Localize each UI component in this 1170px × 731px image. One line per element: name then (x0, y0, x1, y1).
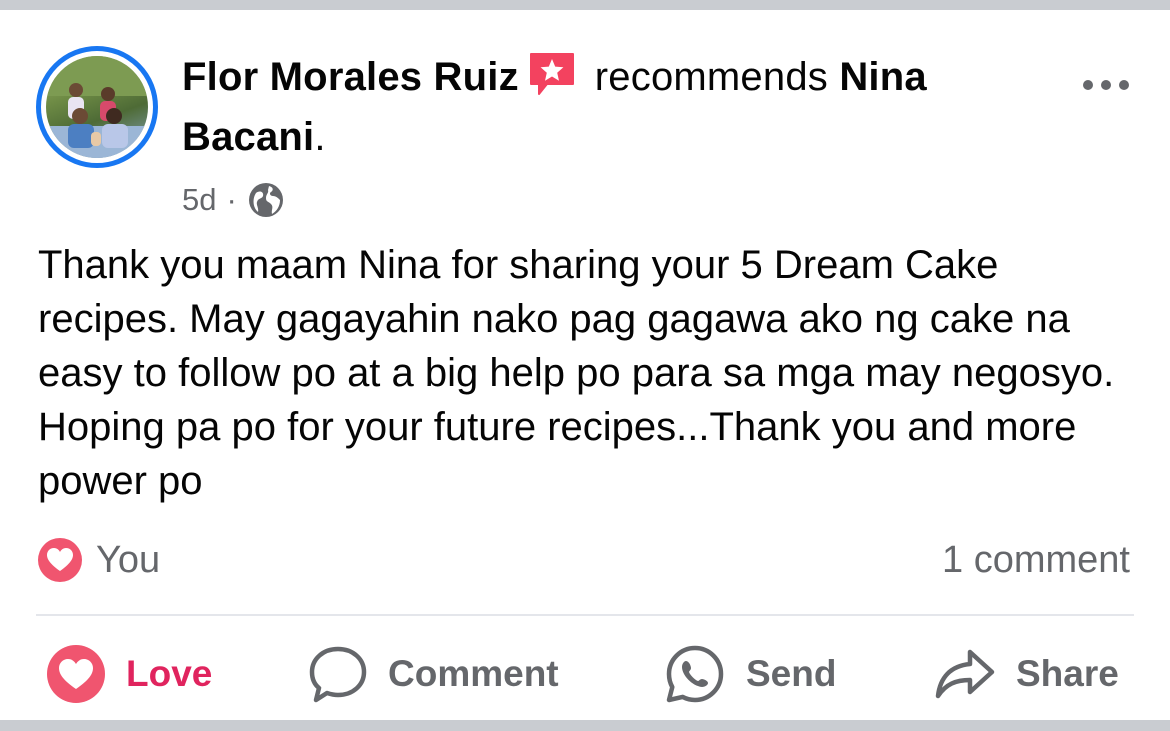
share-arrow-icon (935, 649, 995, 699)
love-button-label: Love (126, 653, 213, 694)
recommended-page-name-first[interactable]: Nina (839, 55, 926, 99)
love-icon (47, 645, 105, 703)
author-name[interactable]: Flor Morales Ruiz (182, 55, 519, 99)
comment-icon (309, 646, 367, 703)
post-timestamp[interactable]: 5d (182, 172, 216, 228)
post-meta: 5d · (182, 172, 285, 228)
recommends-verb: recommends (594, 55, 828, 99)
comment-button[interactable]: Comment (308, 642, 559, 706)
post-card: Flor Morales Ruiz recommends Nina Bacani… (0, 10, 1170, 720)
send-button-label: Send (746, 653, 837, 694)
share-button[interactable]: Share (934, 642, 1119, 706)
divider (36, 614, 1134, 616)
heart-icon (38, 538, 82, 582)
post-body: Thank you maam Nina for sharing your 5 D… (38, 243, 1115, 503)
more-options-button[interactable] (1078, 70, 1134, 100)
reaction-label: You (96, 538, 161, 581)
recommendation-badge-icon (527, 50, 577, 98)
comment-count-link[interactable]: 1 comment (942, 534, 1130, 586)
comment-button-label: Comment (388, 653, 559, 694)
header-period: . (314, 115, 326, 159)
author-avatar-ring[interactable] (36, 46, 158, 168)
globe-icon[interactable] (247, 181, 285, 219)
more-dots-icon (1083, 80, 1129, 90)
whatsapp-icon (666, 645, 724, 703)
post-header-continued: Bacani. (182, 106, 1042, 168)
send-button[interactable]: Send (664, 642, 836, 706)
share-button-label: Share (1016, 653, 1119, 694)
recommended-page-name-last[interactable]: Bacani (182, 115, 314, 159)
reaction-summary[interactable]: You (36, 534, 160, 586)
post-header: Flor Morales Ruiz recommends Nina (182, 46, 1042, 108)
avatar[interactable] (46, 56, 148, 158)
love-button[interactable]: Love (46, 642, 212, 706)
meta-separator: · (226, 182, 237, 217)
family-photo-icon (46, 56, 148, 158)
